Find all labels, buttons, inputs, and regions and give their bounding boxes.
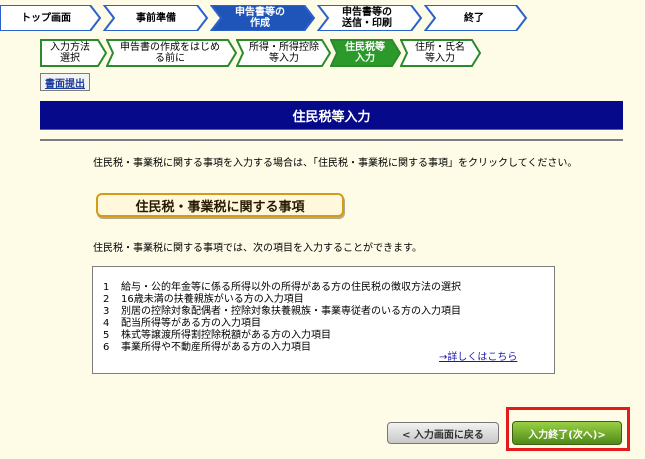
step-finish[interactable]: 終了: [424, 5, 528, 31]
intro-text: 住民税・事業税に関する事項を入力する場合は、「住民税・事業税に関する事項」をクリ…: [93, 158, 578, 169]
substep-before-start[interactable]: 申告書の作成をはじめ る前に: [106, 39, 238, 67]
substep-label: 住所・氏名 等入力: [415, 42, 465, 64]
step-label: 申告書等の 作成: [235, 7, 285, 29]
items-list-box: 1 給与・公的年金等に係る所得以外の所得がある方の住民税の徴収方法の選択 2 16歳…: [92, 266, 555, 374]
resident-business-tax-button[interactable]: 住民税・事業税に関する事項: [96, 193, 344, 217]
paper-submission-button[interactable]: 書面提出: [40, 73, 90, 91]
step-label: 事前準備: [136, 12, 176, 24]
details-link[interactable]: →詳しくはこちら: [439, 348, 517, 363]
list-item: 6 事業所得や不動産所得がある方の入力項目: [103, 338, 311, 353]
back-to-input-button[interactable]: < 入力画面に戻る: [387, 422, 499, 444]
step-progress-bar: トップ画面 事前準備 申告書等の 作成 申告書等の 送信・印刷 終了: [0, 0, 645, 38]
section-divider: [40, 139, 623, 141]
substep-income-deduction[interactable]: 所得・所得控除 等入力: [236, 39, 332, 67]
substep-label: 申告書の作成をはじめ る前に: [120, 42, 220, 64]
finish-input-next-button[interactable]: 入力終了(次へ)>: [512, 421, 622, 445]
step-top-screen[interactable]: トップ画面: [0, 5, 102, 31]
items-intro-text: 住民税・事業税に関する事項では、次の項目を入力することができます。: [93, 243, 422, 254]
step-create-return[interactable]: 申告書等の 作成: [210, 5, 316, 31]
step-label: 終了: [464, 12, 484, 24]
step-preparation[interactable]: 事前準備: [103, 5, 209, 31]
step-label: トップ画面: [21, 12, 71, 24]
page-title: 住民税等入力: [40, 101, 623, 130]
substep-label: 住民税等 入力: [345, 42, 385, 64]
substep-resident-tax[interactable]: 住民税等 入力: [330, 39, 402, 67]
step-send-print[interactable]: 申告書等の 送信・印刷: [317, 5, 423, 31]
item-text: 事業所得や不動産所得がある方の入力項目: [121, 342, 311, 353]
item-number: 6: [103, 342, 110, 353]
step-label: 申告書等の 送信・印刷: [342, 7, 392, 29]
substep-label: 所得・所得控除 等入力: [249, 42, 319, 64]
substep-input-method[interactable]: 入力方法 選択: [40, 39, 108, 67]
substep-address-name[interactable]: 住所・氏名 等入力: [400, 39, 482, 67]
substep-label: 入力方法 選択: [50, 42, 90, 64]
